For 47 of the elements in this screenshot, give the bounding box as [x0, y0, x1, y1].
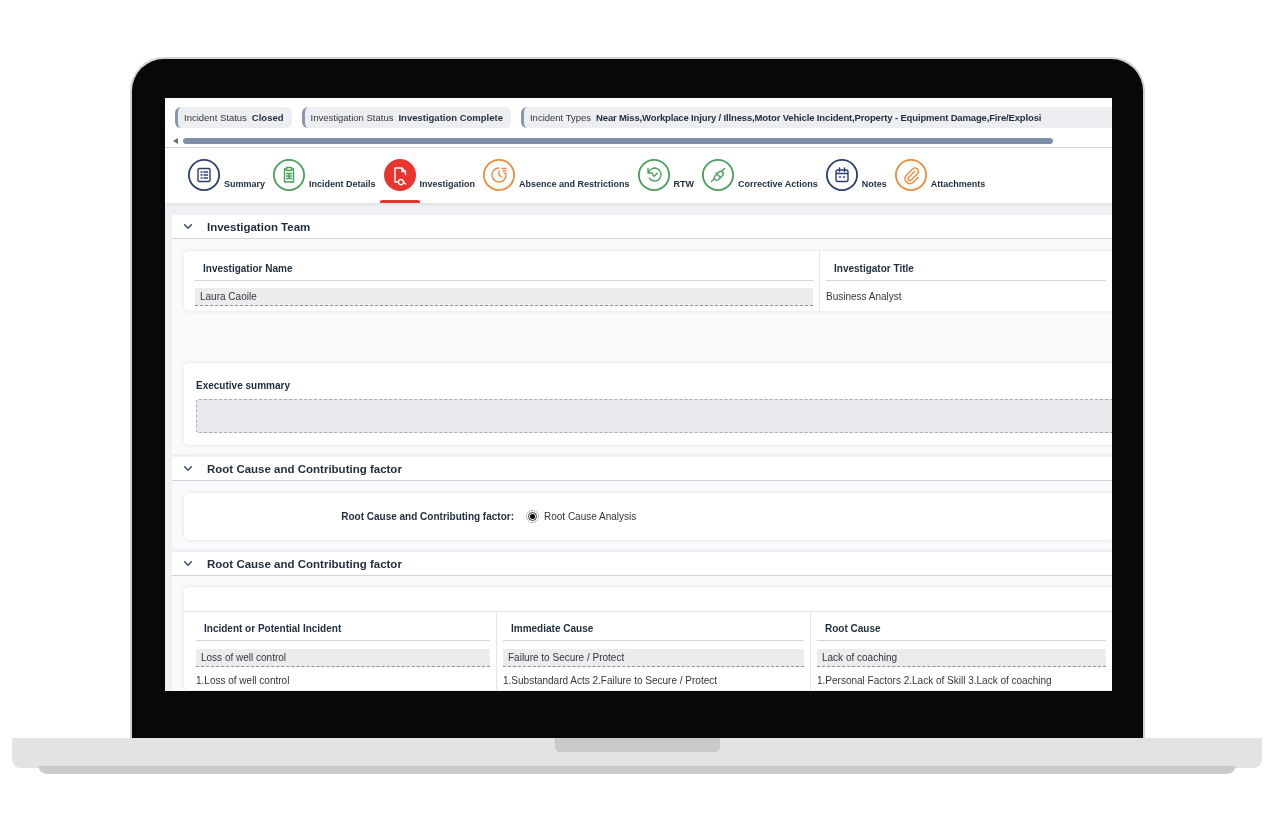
document-search-icon[interactable]	[383, 159, 416, 191]
tab[interactable]: Attachments	[894, 148, 986, 203]
paperclip-icon[interactable]	[894, 159, 927, 191]
document-list-icon[interactable]	[188, 159, 220, 191]
field-label: Root Cause and Contributing factor:	[341, 511, 514, 522]
chip-value: Closed	[251, 112, 284, 123]
column-header: Investigator Title	[826, 251, 1106, 281]
table-cell: 1.Loss of well control	[196, 675, 290, 686]
tab[interactable]: Notes	[825, 148, 887, 203]
plug-icon[interactable]	[702, 159, 735, 191]
tab[interactable]: Incident Details	[273, 148, 376, 203]
column-header: Investigatior Name	[195, 251, 813, 281]
tab[interactable]: Absence and Restrictions	[483, 148, 630, 203]
field-label: Executive summary	[196, 380, 291, 392]
chip-label: Incident Types	[530, 112, 592, 123]
chip-label: Incident Status	[184, 112, 247, 123]
tab[interactable]: RTW	[637, 148, 695, 203]
chip-label: Investigation Status	[310, 112, 394, 123]
table-cell: 1.Substandard Acts 2.Failure to Secure / Protect	[503, 675, 717, 686]
column-header: Root Cause	[817, 612, 1106, 641]
chevron-down-icon[interactable]	[184, 466, 192, 471]
section-title: Root Cause and Contributing factor	[207, 462, 402, 475]
column-header: Incident or Potential Incident	[196, 612, 490, 641]
value-field: Laura Caoile	[195, 288, 813, 306]
table-cell: 1.Personal Factors 2.Lack of Skill 3.Lack of coaching	[817, 675, 1052, 686]
tab[interactable]: Investigation	[383, 148, 476, 203]
summary-field[interactable]	[196, 399, 1112, 433]
tab[interactable]: Corrective Actions	[702, 148, 818, 203]
tab[interactable]: Summary	[188, 148, 266, 203]
value-field: Failure to Secure / Protect	[503, 649, 804, 667]
chip-value: Investigation Complete	[398, 112, 503, 123]
left-triangle-icon[interactable]	[173, 138, 178, 144]
table-cell: Business Analyst	[826, 291, 902, 303]
value-field: Loss of well control	[196, 649, 490, 667]
section-title: Root Cause and Contributing factor	[207, 557, 402, 570]
chevron-down-icon[interactable]	[184, 561, 192, 566]
section-title: Investigation Team	[207, 220, 311, 233]
clock-icon[interactable]	[483, 159, 516, 191]
chevron-down-icon[interactable]	[184, 224, 192, 229]
radio-button[interactable]	[526, 510, 539, 523]
calendar-icon[interactable]	[825, 159, 858, 191]
radio-label: Root Cause Analysis	[544, 511, 637, 522]
value-field: Lack of coaching	[817, 649, 1106, 667]
chip-value: Near Miss,Workplace Injury / Illness,Motor Vehicle Incident,Property - Equipment Damage,Fire/Explosi	[596, 112, 1042, 123]
clipboard-icon[interactable]	[273, 159, 306, 191]
scrollbar-thumb[interactable]	[183, 138, 1053, 144]
column-header: Immediate Cause	[503, 612, 804, 641]
